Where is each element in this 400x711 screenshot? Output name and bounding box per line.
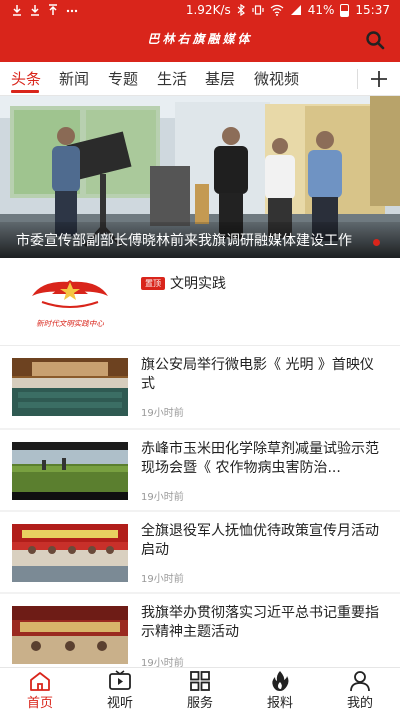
tab-micro-video[interactable]: 微视频 [254,68,299,89]
wifi-icon [270,4,284,16]
news-time: 19小时前 [141,574,184,585]
news-thumbnail [12,442,128,500]
battery-percent: 41% [307,3,335,17]
carousel-indicator-dot [373,239,380,246]
nav-audiovisual[interactable]: 视听 [80,668,160,711]
upload-icon [49,4,57,15]
news-time: 19小时前 [141,408,184,419]
status-right: 1.92K/s 41% 15:37 [186,3,390,17]
news-title: 赤峰市玉米田化学除草剂减量试验示范现场会暨《 农作物病虫害防治... [141,441,379,476]
status-left-icons [12,4,78,16]
more-icon [66,9,78,13]
download-icon [31,5,39,16]
news-thumbnail [12,358,128,416]
nav-label: 视听 [106,696,133,711]
user-icon [350,671,370,692]
home-icon [30,672,50,691]
banner-caption-overlay: 市委宣传部副部长傅晓林前来我旗调研融媒体建设工作 [0,222,400,258]
news-item[interactable]: 全旗退役军人抚恤优待政策宣传月活动启动 19小时前 [0,512,400,594]
top-bar: 1.92K/s 41% 15:37 巴林右旗融媒体 [0,0,400,62]
pinned-badge: 置顶 [141,277,165,290]
network-speed: 1.92K/s [185,3,231,17]
download-icon [13,5,21,16]
flame-icon [272,671,289,691]
nav-services[interactable]: 服务 [160,668,240,711]
news-time: 19小时前 [141,492,184,503]
nav-label: 报料 [266,696,293,711]
news-title: 旗公安局举行微电影《 光明 》首映仪式 [141,357,374,392]
news-item[interactable]: 赤峰市玉米田化学除草剂减量试验示范现场会暨《 农作物病虫害防治... 19小时前 [0,430,400,512]
headline-banner[interactable]: 市委宣传部副部长傅晓林前来我旗调研融媒体建设工作 [0,96,400,258]
add-channel-button[interactable] [369,66,389,90]
nav-label: 服务 [186,696,213,711]
banner-caption: 市委宣传部副部长傅晓林前来我旗调研融媒体建设工作 [16,233,352,249]
status-bar: 1.92K/s 41% 15:37 [0,0,400,22]
nav-label: 我的 [346,696,373,711]
nav-profile[interactable]: 我的 [320,668,400,711]
news-item[interactable]: 旗公安局举行微电影《 光明 》首映仪式 19小时前 [0,346,400,428]
bluetooth-icon [237,4,245,16]
app-title: 巴林右旗融媒体 [147,32,253,46]
news-thumbnail [12,606,128,664]
civilization-practice-logo: 新时代文明实践中心 [32,280,108,328]
news-thumbnail [12,524,128,582]
channel-tabs: 头条 新闻 专题 生活 基层 微视频 [0,62,400,96]
nav-report-tip[interactable]: 报料 [240,668,320,711]
vibrate-icon [252,5,264,15]
tab-topics[interactable]: 专题 [108,68,138,89]
nav-label: 首页 [26,696,53,711]
tab-headlines[interactable]: 头条 [11,68,41,89]
pinned-item[interactable]: 新时代文明实践中心 置顶 文明实践 [0,258,400,346]
active-tab-indicator [11,90,39,93]
bottom-navigation: 首页 视听 服务 报料 我的 [0,667,400,711]
battery-icon [340,3,350,17]
search-icon[interactable] [364,29,386,51]
news-title: 我旗举办贯彻落实习近平总书记重要指示精神主题活动 [141,605,379,640]
pinned-title: 文明实践 [170,276,226,292]
plus-icon [371,71,387,87]
video-icon [109,670,131,690]
tab-grassroots[interactable]: 基层 [205,68,235,89]
tab-news[interactable]: 新闻 [59,68,89,89]
news-item[interactable]: 我旗举办贯彻落实习近平总书记重要指示精神主题活动 19小时前 [0,594,400,676]
tab-life[interactable]: 生活 [157,68,187,89]
app-screen: 1.92K/s 41% 15:37 巴林右旗融媒体 头条 新闻 专题 生活 基层… [0,0,400,711]
tabs-divider [357,69,358,89]
logo-text: 新时代文明实践中心 [36,319,104,328]
grid-icon [190,671,210,691]
signal-icon [290,5,301,15]
clock: 15:37 [355,3,390,17]
news-title: 全旗退役军人抚恤优待政策宣传月活动启动 [141,523,379,558]
nav-home[interactable]: 首页 [0,668,80,711]
